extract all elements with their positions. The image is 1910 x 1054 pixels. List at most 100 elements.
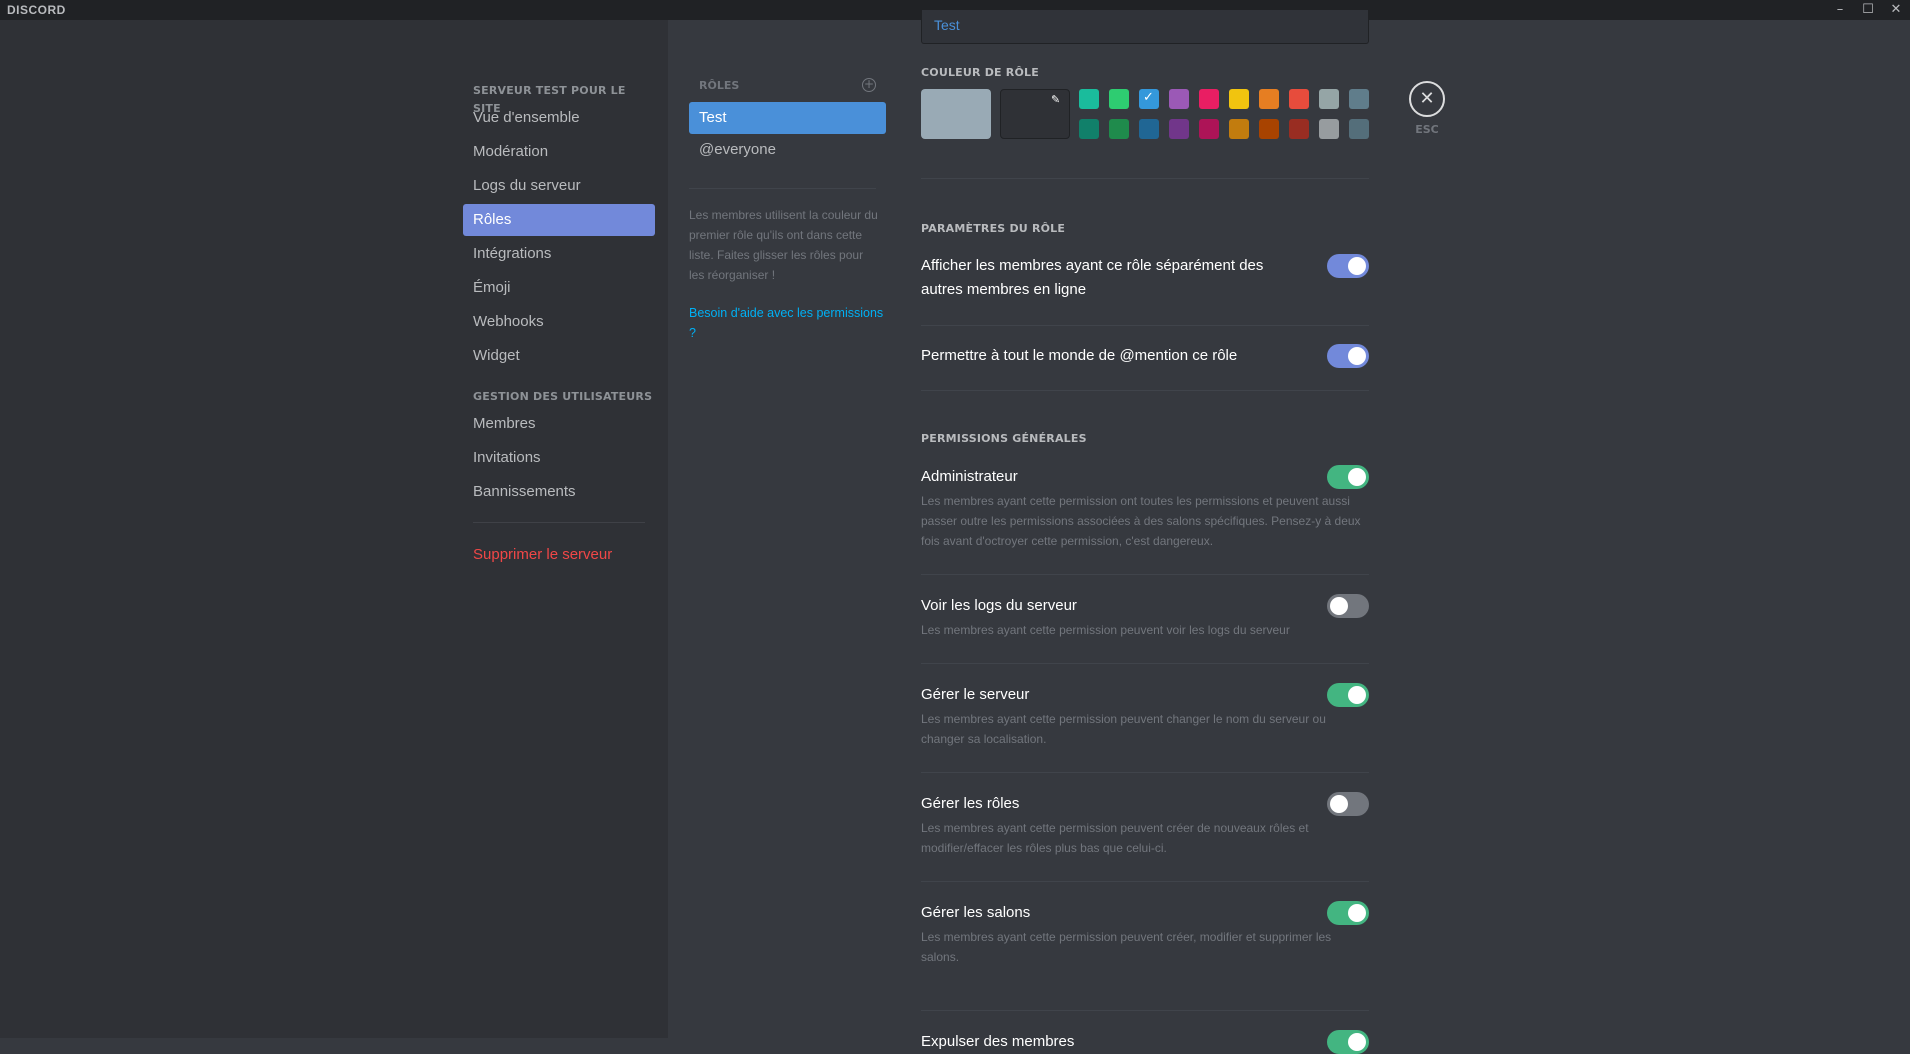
close-window-icon[interactable]: ✕	[1882, 0, 1910, 20]
sidebar-item-webhooks[interactable]: Webhooks	[463, 306, 655, 338]
sidebar-item-audit-log[interactable]: Logs du serveur	[463, 170, 655, 202]
manage-server-toggle[interactable]	[1327, 683, 1369, 707]
perm-description: Les membres ayant cette permission peuve…	[921, 821, 1309, 855]
add-role-icon[interactable]: +	[862, 78, 876, 92]
manage-roles-toggle[interactable]	[1327, 792, 1369, 816]
permissions-help-link[interactable]: Besoin d'aide avec les permissions ?	[689, 303, 886, 343]
mentionable-toggle[interactable]	[1327, 344, 1369, 368]
color-swatch[interactable]	[1349, 119, 1369, 139]
color-swatch[interactable]	[1349, 89, 1369, 109]
color-swatch[interactable]	[1169, 119, 1189, 139]
divider	[921, 881, 1369, 882]
discord-logo: DISCORD	[7, 3, 66, 17]
settings-sidebar: SERVEUR TEST POUR LE SITE Vue d'ensemble…	[0, 20, 668, 1038]
roles-list-panel: RÔLES + Test @everyone Les membres utili…	[689, 76, 886, 343]
divider	[921, 574, 1369, 575]
maximize-icon[interactable]: ☐	[1854, 0, 1882, 20]
color-swatch[interactable]	[1079, 119, 1099, 139]
sidebar-item-moderation[interactable]: Modération	[463, 136, 655, 168]
hoist-toggle[interactable]	[1327, 254, 1369, 278]
perm-description: Les membres ayant cette permission peuve…	[921, 930, 1332, 964]
sidebar-item-members[interactable]: Membres	[463, 408, 655, 440]
color-swatch[interactable]	[1319, 119, 1339, 139]
divider	[921, 663, 1369, 664]
user-management-header: GESTION DES UTILISATEURS	[473, 390, 653, 403]
sidebar-item-widget[interactable]: Widget	[463, 340, 655, 372]
perm-title: Voir les logs du serveur	[921, 597, 1077, 614]
sidebar-item-emoji[interactable]: Émoji	[463, 272, 655, 304]
color-swatch[interactable]	[1199, 89, 1219, 109]
color-swatch[interactable]	[1319, 89, 1339, 109]
custom-color-picker[interactable]: ✎	[1000, 89, 1070, 139]
color-swatch[interactable]	[1109, 119, 1129, 139]
toggle-knob	[1348, 468, 1366, 486]
sidebar-item-invites[interactable]: Invitations	[463, 442, 655, 474]
perm-description: Les membres ayant cette permission ont t…	[921, 494, 1361, 548]
check-icon: ✓	[1143, 90, 1154, 105]
color-swatch[interactable]	[1289, 89, 1309, 109]
perm-row-manage-server: Gérer le serveur Les membres ayant cette…	[921, 683, 1369, 749]
toggle-knob	[1348, 1033, 1366, 1051]
color-swatch[interactable]	[1079, 89, 1099, 109]
divider	[921, 178, 1369, 179]
perm-title: Administrateur	[921, 468, 1018, 485]
toggle-knob	[1348, 904, 1366, 922]
roles-separator	[689, 188, 876, 189]
color-swatch[interactable]	[1109, 89, 1129, 109]
role-name-input[interactable]: Test	[921, 10, 1369, 44]
toggle-knob	[1348, 347, 1366, 365]
general-permissions-title: PERMISSIONS GÉNÉRALES	[921, 432, 1087, 445]
window-controls: – ☐ ✕	[1826, 0, 1910, 20]
roles-order-note: Les membres utilisent la couleur du prem…	[689, 208, 878, 282]
color-swatch[interactable]	[1229, 119, 1249, 139]
role-item-test[interactable]: Test	[689, 102, 886, 134]
color-swatch[interactable]	[1169, 89, 1189, 109]
perm-title: Gérer les salons	[921, 904, 1031, 921]
default-color-swatch[interactable]	[921, 89, 991, 139]
color-swatch[interactable]	[1199, 119, 1219, 139]
toggle-knob	[1348, 686, 1366, 704]
perm-row-kick-members: Expulser des membres	[921, 1030, 1369, 1054]
param-row-mentionable: Permettre à tout le monde de @mention ce…	[921, 344, 1369, 368]
param-title: Permettre à tout le monde de @mention ce…	[921, 347, 1238, 364]
sidebar-separator	[473, 522, 645, 523]
perm-row-manage-channels: Gérer les salons Les membres ayant cette…	[921, 901, 1369, 967]
eyedropper-icon: ✎	[1051, 93, 1061, 106]
sidebar-item-integrations[interactable]: Intégrations	[463, 238, 655, 270]
close-settings: ✕ ESC	[1409, 81, 1445, 136]
color-swatch[interactable]	[1259, 119, 1279, 139]
perm-row-administrator: Administrateur Les membres ayant cette p…	[921, 465, 1369, 551]
minimize-icon[interactable]: –	[1826, 0, 1854, 20]
divider	[921, 325, 1369, 326]
manage-channels-toggle[interactable]	[1327, 901, 1369, 925]
server-settings-header: SERVEUR TEST POUR LE SITE	[473, 84, 626, 115]
perm-title: Gérer le serveur	[921, 686, 1030, 703]
color-swatch[interactable]	[1139, 119, 1159, 139]
sidebar-item-overview[interactable]: Vue d'ensemble	[463, 102, 655, 134]
color-swatch[interactable]	[1289, 119, 1309, 139]
color-swatch[interactable]	[1259, 89, 1279, 109]
role-color-title: COULEUR DE RÔLE	[921, 66, 1039, 79]
view-audit-log-toggle[interactable]	[1327, 594, 1369, 618]
sidebar-item-bans[interactable]: Bannissements	[463, 476, 655, 508]
param-row-hoist: Afficher les membres ayant ce rôle sépar…	[921, 254, 1369, 302]
sidebar-item-roles[interactable]: Rôles	[463, 204, 655, 236]
perm-row-manage-roles: Gérer les rôles Les membres ayant cette …	[921, 792, 1369, 858]
divider	[921, 772, 1369, 773]
role-item-everyone[interactable]: @everyone	[689, 134, 886, 166]
close-settings-button[interactable]: ✕	[1409, 81, 1445, 117]
color-swatches: ✓	[1079, 89, 1369, 149]
kick-members-toggle[interactable]	[1327, 1030, 1369, 1054]
divider	[921, 390, 1369, 391]
color-swatch[interactable]	[1229, 89, 1249, 109]
toggle-knob	[1348, 257, 1366, 275]
role-params-title: PARAMÈTRES DU RÔLE	[921, 222, 1066, 235]
perm-title: Gérer les rôles	[921, 795, 1020, 812]
delete-server-button[interactable]: Supprimer le serveur	[463, 539, 655, 571]
divider	[921, 1010, 1369, 1011]
toggle-knob	[1330, 795, 1348, 813]
color-swatch[interactable]: ✓	[1139, 89, 1159, 109]
esc-label: ESC	[1415, 123, 1439, 136]
administrator-toggle[interactable]	[1327, 465, 1369, 489]
toggle-knob	[1330, 597, 1348, 615]
